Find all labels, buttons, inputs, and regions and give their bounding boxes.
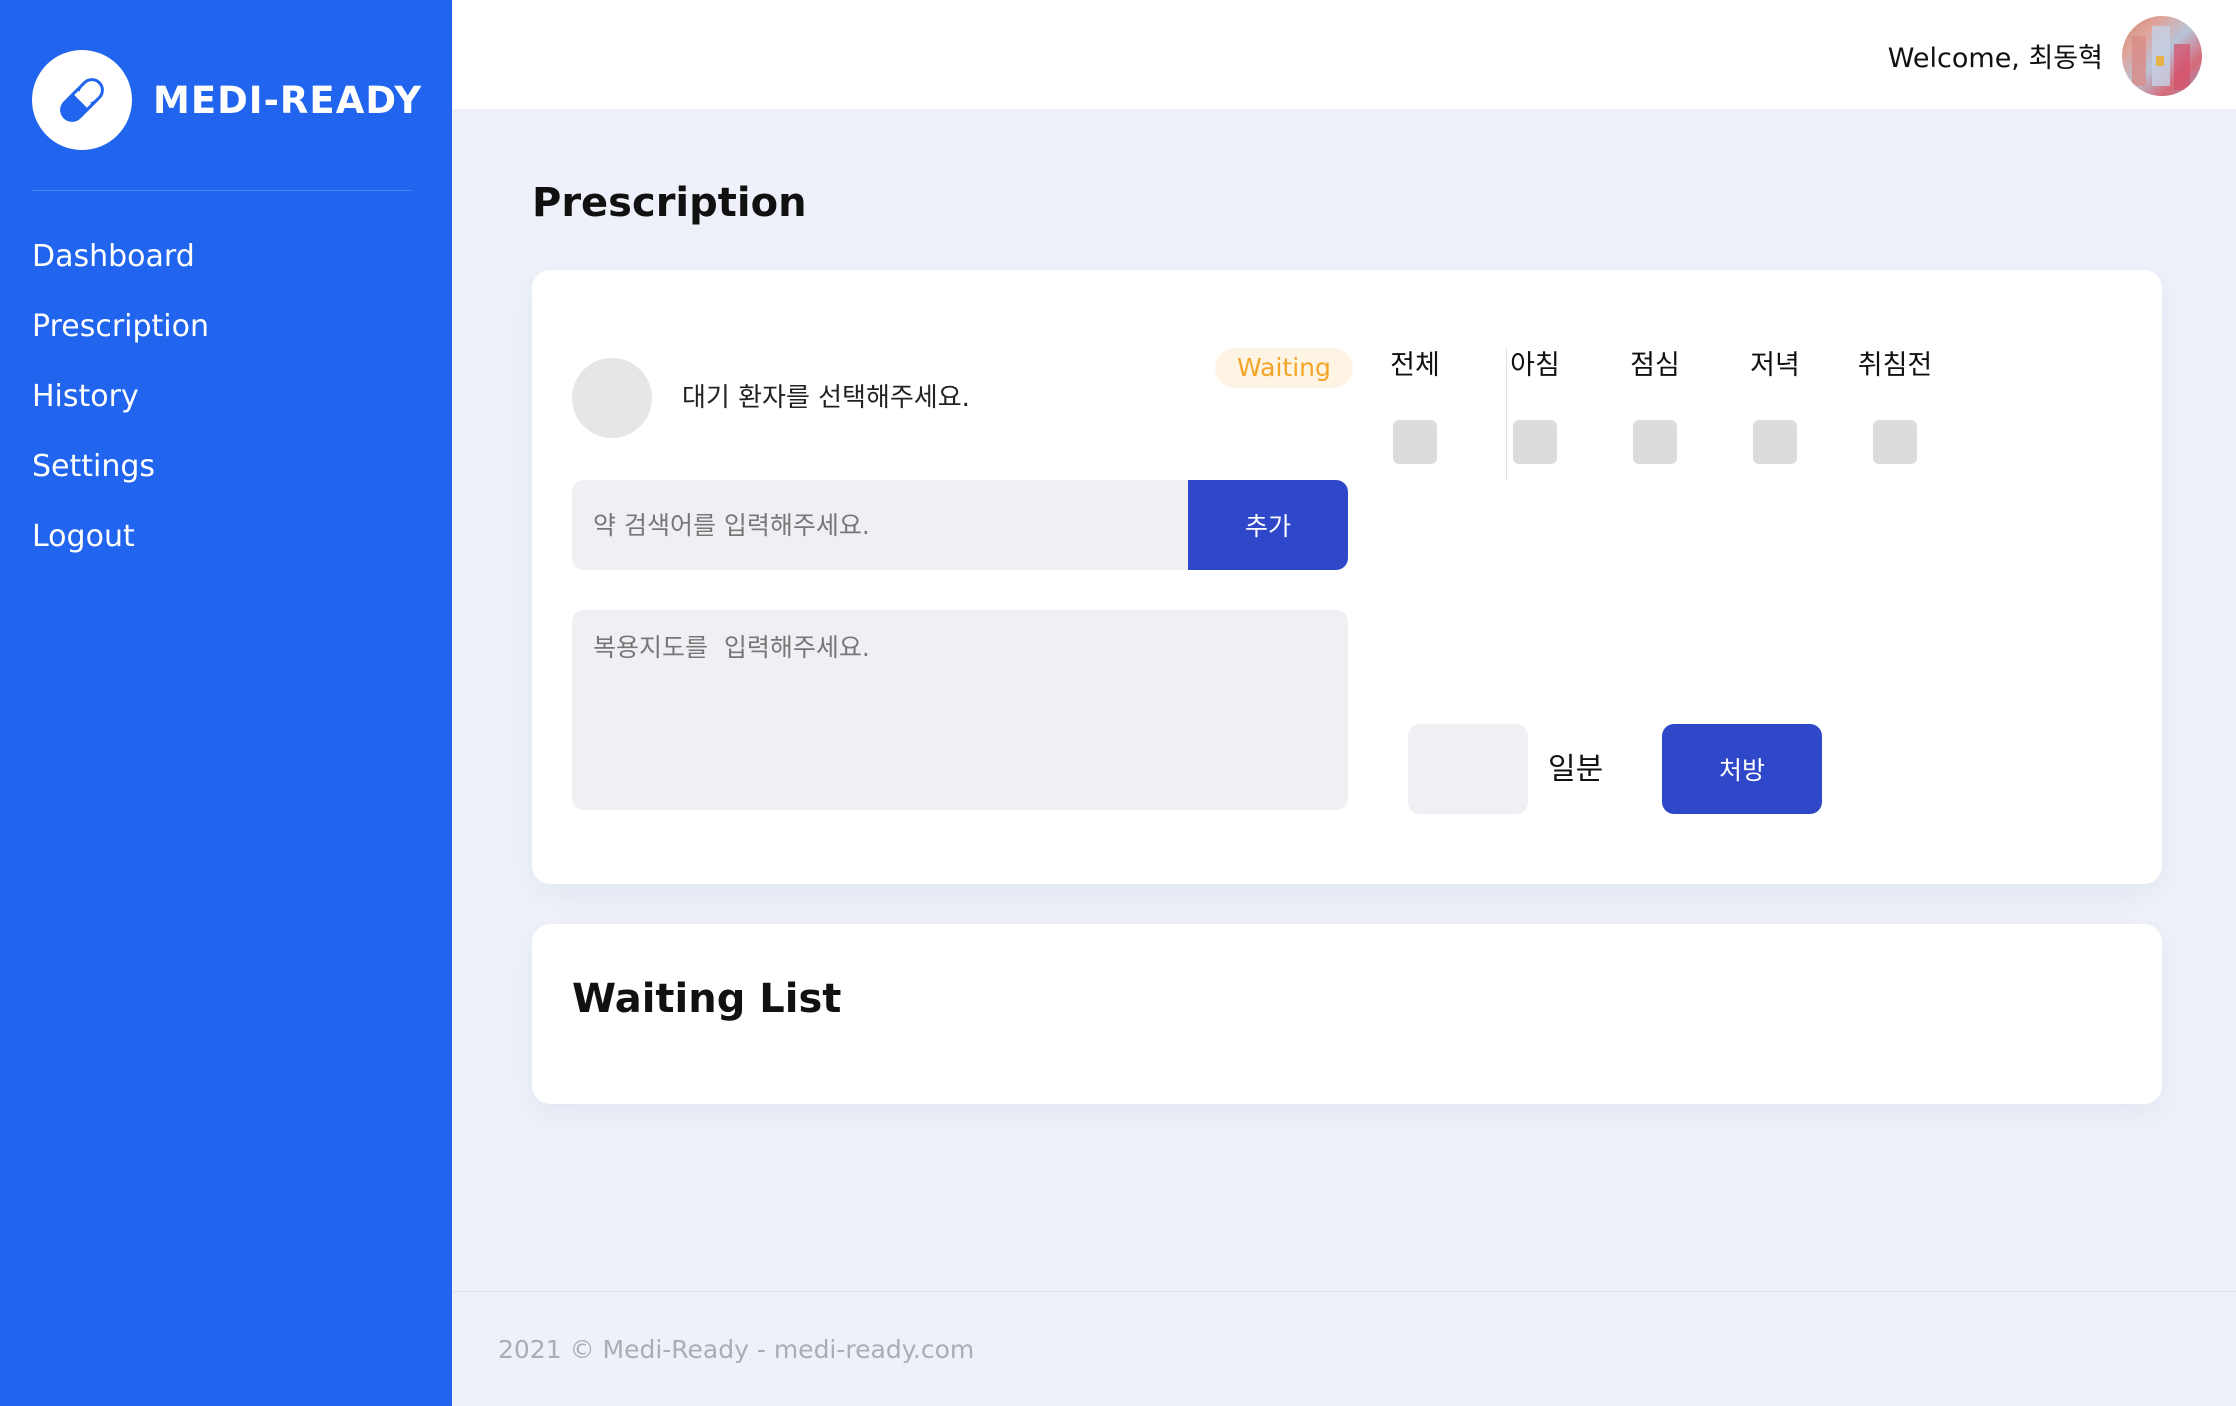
timing-label-lunch: 점심 — [1630, 350, 1680, 381]
patient-avatar — [572, 358, 652, 438]
waiting-list-card: Waiting List — [532, 924, 2162, 1104]
timing-checkbox-dinner[interactable] — [1753, 420, 1797, 464]
timing-label-bedtime: 취침전 — [1857, 350, 1933, 381]
welcome-text: Welcome, 최동혁 — [1887, 43, 2103, 74]
sidebar-nav: Dashboard Prescription History Settings … — [32, 232, 209, 582]
timing-label-morning: 아침 — [1510, 350, 1560, 381]
sidebar-divider — [32, 190, 412, 191]
prescribe-button[interactable]: 처방 — [1662, 724, 1822, 814]
timing-dinner: 저녁 — [1720, 346, 1830, 464]
timing-morning: 아침 — [1480, 346, 1590, 464]
patient-prompt: 대기 환자를 선택해주세요. — [682, 383, 970, 413]
page-title: Prescription — [532, 180, 807, 226]
sidebar: MEDI-READY Dashboard Prescription Histor… — [0, 0, 452, 1406]
sidebar-item-settings[interactable]: Settings — [32, 442, 209, 512]
brand-name: MEDI-READY — [153, 78, 423, 122]
footer-text: 2021 © Medi-Ready - medi-ready.com — [498, 1335, 975, 1364]
timing-label-dinner: 저녁 — [1750, 350, 1800, 381]
footer-divider — [452, 1291, 2236, 1292]
medicine-search-input[interactable] — [572, 480, 1188, 570]
topbar: Welcome, 최동혁 — [452, 0, 2236, 109]
prescription-card: 대기 환자를 선택해주세요. Waiting 추가 전체 아침 점심 저녁 취침… — [532, 270, 2162, 884]
days-input[interactable] — [1408, 724, 1528, 814]
timing-label-all: 전체 — [1390, 350, 1440, 381]
sidebar-item-history[interactable]: History — [32, 372, 209, 442]
sidebar-item-prescription[interactable]: Prescription — [32, 302, 209, 372]
sidebar-item-dashboard[interactable]: Dashboard — [32, 232, 209, 302]
timing-checkbox-all[interactable] — [1393, 420, 1437, 464]
user-avatar[interactable] — [2122, 16, 2202, 96]
pill-icon — [32, 50, 132, 150]
add-medicine-button[interactable]: 추가 — [1188, 480, 1348, 570]
waiting-list-title: Waiting List — [572, 976, 842, 1022]
timing-checkbox-lunch[interactable] — [1633, 420, 1677, 464]
timing-all: 전체 — [1360, 346, 1470, 464]
timing-checkbox-bedtime[interactable] — [1873, 420, 1917, 464]
sidebar-item-logout[interactable]: Logout — [32, 512, 209, 582]
timing-lunch: 점심 — [1600, 346, 1710, 464]
status-badge: Waiting — [1215, 348, 1353, 388]
timing-checkbox-morning[interactable] — [1513, 420, 1557, 464]
timing-bedtime: 취침전 — [1840, 346, 1950, 464]
instruction-textarea[interactable] — [572, 610, 1348, 810]
brand[interactable]: MEDI-READY — [32, 50, 422, 150]
days-unit-label: 일분 — [1548, 752, 1604, 787]
